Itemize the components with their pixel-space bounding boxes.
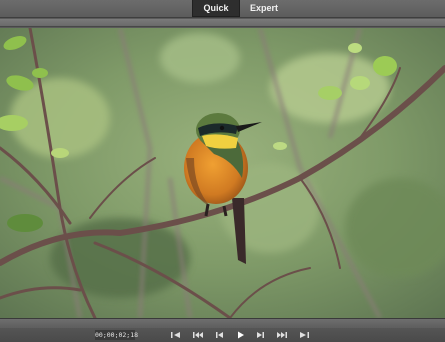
timeline-scrubber[interactable] — [0, 318, 445, 328]
skip-to-start-icon[interactable] — [192, 331, 204, 339]
go-to-in-point-icon[interactable] — [170, 331, 182, 339]
playback-controls: 00;00;02;18 — [0, 328, 445, 342]
timecode-display: 00;00;02;18 — [95, 330, 139, 340]
mode-bar: Quick Expert — [0, 0, 445, 18]
step-forward-icon[interactable] — [254, 331, 266, 339]
step-back-icon[interactable] — [214, 331, 226, 339]
video-preview — [0, 28, 445, 318]
tab-expert[interactable]: Expert — [240, 0, 288, 17]
mode-tabs: Quick Expert — [192, 0, 288, 17]
panel-header-strip — [0, 19, 445, 27]
play-icon[interactable] — [234, 331, 246, 339]
tab-quick[interactable]: Quick — [192, 0, 240, 17]
bird-on-branch-image — [0, 28, 445, 318]
go-to-out-point-icon[interactable] — [298, 331, 310, 339]
skip-to-end-icon[interactable] — [276, 331, 288, 339]
